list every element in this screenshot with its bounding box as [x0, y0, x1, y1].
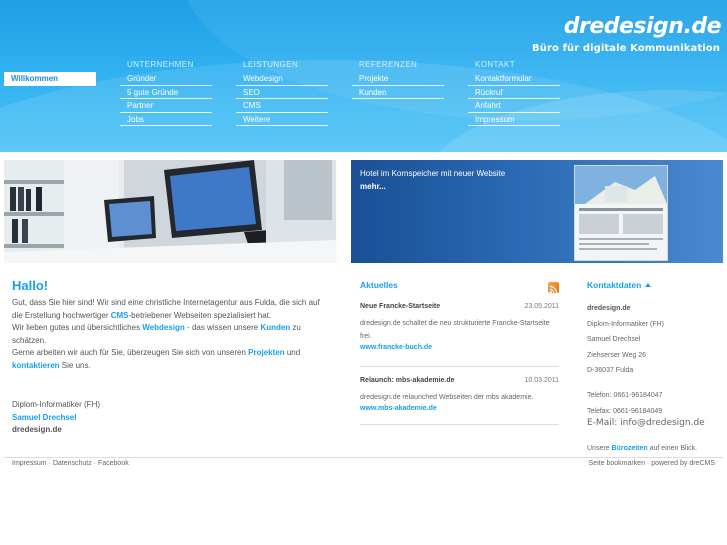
contact-phone-block: Telefon: 0661-96184047 Telefax: 0661-961…	[587, 388, 663, 419]
contact-name: Samuel Drechsel	[587, 336, 641, 343]
signature-company: dredesign.de	[12, 425, 62, 435]
nav-item-anfahrt[interactable]: Anfahrt	[468, 99, 560, 113]
nav-item-5-gute-gruende[interactable]: 5 gute Gründe	[120, 86, 212, 99]
nav-item-partner[interactable]: Partner	[120, 99, 212, 113]
news-item-date: 23.05.2011	[524, 303, 559, 310]
intro-text-segment: - das wissen unsere	[184, 323, 261, 333]
intro-text-segment: Gerne arbeiten wir auch für Sie, überzeu…	[12, 348, 249, 358]
site-logo[interactable]: dredesign.de	[564, 14, 722, 39]
nav-item-cms[interactable]: CMS	[236, 99, 328, 113]
intro-text-segment: Sie uns.	[59, 360, 91, 370]
intro-text-segment: Wir lieben gutes und übersichtliches	[12, 323, 143, 333]
contact-phone: Telefon: 0661-96184047	[587, 392, 663, 399]
signature: Diplom-Informatiker (FH) Samuel Drechsel…	[12, 399, 100, 437]
contact-title: Diplom-Informatiker (FH)	[587, 320, 665, 328]
office-photo-image	[4, 160, 336, 263]
footer-meta-links[interactable]: Seite bookmarken · powered by dreCMS	[589, 460, 715, 467]
website-screenshot	[574, 165, 668, 261]
office-photo	[4, 160, 336, 263]
nav-column-kontakt: KONTAKT Kontaktformular Rückruf Anfahrt …	[468, 60, 560, 126]
signature-title: Diplom-Informatiker (FH)	[12, 400, 101, 409]
kunden-link[interactable]: Kunden	[260, 323, 290, 332]
office-hours-text: auf einen Blick.	[647, 445, 698, 452]
nav-heading: UNTERNEHMEN	[127, 60, 194, 69]
news-item-body: dredesign.de relaunched Webseiten der mb…	[360, 394, 534, 401]
nav-item-kunden[interactable]: Kunden	[352, 86, 444, 99]
contact-company: dredesign.de	[587, 305, 631, 312]
intro-text-segment: -betriebener Webseiten spezialisiert hat…	[128, 310, 272, 320]
intro-text-segment: und	[284, 348, 301, 358]
rss-icon[interactable]	[548, 282, 559, 294]
header: dredesign.de Büro für digitale Kommunika…	[0, 0, 727, 152]
news-heading[interactable]: Aktuelles	[360, 280, 398, 290]
collapse-arrow-icon[interactable]	[645, 283, 652, 287]
news-item-body: dredesign.de schaltet die neu strukturie…	[360, 320, 550, 340]
nav-item-kontaktformular[interactable]: Kontaktformular	[468, 72, 560, 86]
news-banner[interactable]: Hotel im Kornspeicher mit neuer Website …	[351, 160, 723, 263]
footer-divider	[4, 457, 723, 458]
nav-heading: LEISTUNGEN	[243, 60, 299, 69]
nav-item-projekte[interactable]: Projekte	[352, 72, 444, 86]
office-hours-text: Unsere	[587, 445, 612, 452]
nav-heading: KONTAKT	[475, 60, 515, 69]
news-divider	[360, 366, 559, 367]
news-banner-more-link[interactable]: mehr...	[360, 182, 386, 191]
news-item-date: 10.03.2011	[524, 377, 559, 384]
contact-heading-label: Kontaktdaten	[587, 280, 642, 290]
nav-column-leistungen: LEISTUNGEN Webdesign SEO CMS Weitere	[236, 60, 328, 126]
news-item-link[interactable]: www.mbs-akademie.de	[360, 405, 559, 412]
signature-name-link[interactable]: Samuel Drechsel	[12, 412, 100, 425]
contact-city: D-36037 Fulda	[587, 367, 634, 374]
nav-column-unternehmen: UNTERNEHMEN Gründer 5 gute Gründe Partne…	[120, 60, 212, 126]
intro-text: Gut, dass Sie hier sind! Wir sind eine c…	[12, 297, 322, 373]
nav-heading: REFERENZEN	[359, 60, 418, 69]
office-hours-link[interactable]: Bürozeiten	[612, 445, 648, 452]
news-item: Neue Francke-Startseite 23.05.2011 drede…	[360, 303, 559, 351]
nav-item-jobs[interactable]: Jobs	[120, 113, 212, 126]
news-banner-text: Hotel im Kornspeicher mit neuer Website	[360, 169, 506, 178]
nav-item-rueckruf[interactable]: Rückruf	[468, 86, 560, 99]
cms-link[interactable]: CMS	[111, 311, 129, 320]
news-item: Relaunch: mbs-akademie.de 10.03.2011 dre…	[360, 377, 559, 412]
nav-welcome[interactable]: Willkommen	[4, 72, 96, 86]
news-item-link[interactable]: www.francke-buch.de	[360, 344, 559, 351]
contact-heading[interactable]: Kontaktdaten	[587, 280, 652, 290]
nav-item-impressum[interactable]: Impressum	[468, 113, 560, 126]
contact-fax: Telefax: 0661-96184049	[587, 407, 663, 415]
news-divider	[360, 424, 559, 425]
kontaktieren-link[interactable]: kontaktieren	[12, 361, 60, 370]
nav-item-webdesign[interactable]: Webdesign	[236, 72, 328, 86]
nav-item-seo[interactable]: SEO	[236, 86, 328, 99]
contact-street: Ziehserser Weg 26	[587, 351, 647, 359]
nav-column-referenzen: REFERENZEN Projekte Kunden	[352, 60, 444, 99]
footer-links[interactable]: Impressum · Datenschutz · Facebook	[12, 460, 129, 467]
rss-icon-glyph	[549, 285, 558, 294]
webdesign-link[interactable]: Webdesign	[142, 323, 185, 332]
website-screenshot-image	[575, 166, 667, 260]
nav-item-weitere[interactable]: Weitere	[236, 113, 328, 126]
nav-item-gruender[interactable]: Gründer	[120, 72, 212, 86]
contact-address: dredesign.de Diplom-Informatiker (FH) Sa…	[587, 301, 664, 379]
site-tagline: Büro für digitale Kommunikation	[532, 43, 720, 54]
office-hours-note: Unsere Bürozeiten auf einen Blick.	[587, 445, 697, 452]
projekten-link[interactable]: Projekten	[248, 348, 284, 357]
contact-email[interactable]: E-Mail: info@dredesign.de	[587, 418, 705, 428]
page-title: Hallo!	[12, 278, 49, 293]
